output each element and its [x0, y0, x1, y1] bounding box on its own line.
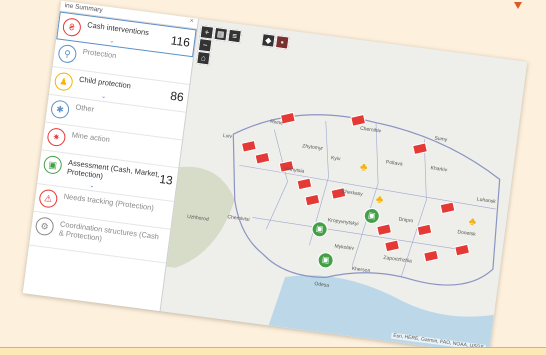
cash-icon: ₴ — [61, 17, 82, 38]
assessment-icon: ▣ — [42, 154, 63, 175]
category-list: ₴ Cash interventions 116 ⌄ ⚲ Protection ♟ Child… — [29, 11, 197, 264]
category-count: 86 — [169, 88, 185, 105]
city-label: Lviv — [222, 132, 233, 140]
corner-arrow-icon — [514, 2, 522, 9]
child-marker-icon[interactable]: ♣ — [468, 216, 481, 229]
category-count: 116 — [169, 33, 191, 50]
chevron-down-icon[interactable]: ⌄ — [109, 37, 115, 45]
dashboard-photo: ine Summary × ₴ Cash interventions 116 ⌄ ⚲ Pr… — [22, 0, 528, 355]
needs-icon: ⚠ — [38, 188, 59, 209]
home-button[interactable]: ⌂ — [196, 50, 211, 66]
child-icon: ♟ — [53, 71, 74, 92]
map-view[interactable]: + ▦ ≡ − ⌂ ◆ ▪ ♣ ♣ ♣ ▣ ▣ ▣ Kyiv Lviv Kharkiv Dnip… — [159, 18, 528, 355]
other-icon: ✱ — [49, 99, 71, 120]
coordination-icon: ⚙ — [34, 216, 55, 237]
page-background-bottom — [0, 347, 546, 355]
child-marker-icon[interactable]: ♣ — [375, 193, 388, 206]
chevron-down-icon[interactable]: ⌄ — [101, 93, 107, 101]
chevron-down-icon[interactable]: ⌄ — [89, 182, 95, 190]
city-label: Kyiv — [330, 155, 341, 163]
mine-icon: ✷ — [46, 127, 67, 148]
protection-icon: ⚲ — [57, 43, 78, 64]
child-marker-icon[interactable]: ♣ — [359, 161, 372, 174]
category-count: 13 — [158, 171, 174, 188]
close-icon[interactable]: × — [189, 18, 194, 25]
legend-button[interactable]: ▪ — [274, 34, 290, 50]
oblast-borders — [239, 121, 496, 278]
bottom-rule — [0, 347, 546, 348]
grid-view-button[interactable]: ▦ — [213, 26, 229, 42]
list-view-button[interactable]: ≡ — [227, 28, 242, 44]
layers-button[interactable]: ◆ — [261, 33, 276, 48]
